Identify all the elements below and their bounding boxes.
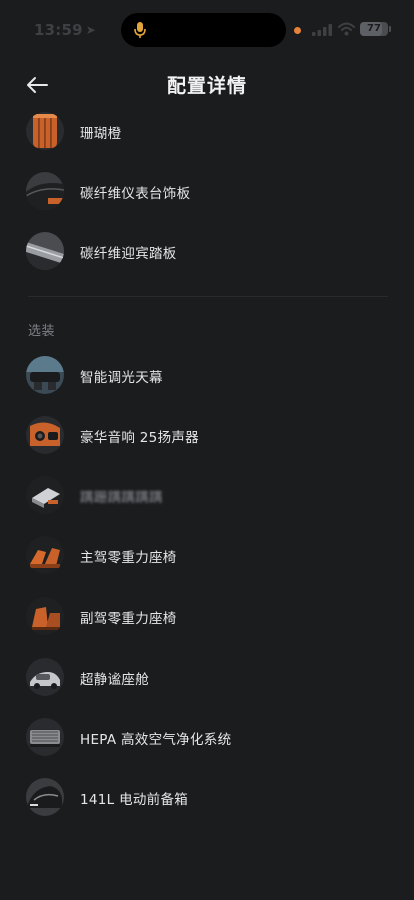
battery-percent: 77: [367, 23, 381, 34]
option-item-label: 豪华音响 25扬声器: [80, 430, 199, 446]
privacy-indicator-dot: [294, 27, 301, 34]
status-time: 13:59 ➤: [34, 21, 96, 39]
carbon-door-sill-thumbnail: [26, 232, 64, 270]
signal-icon: [312, 24, 332, 36]
page-title: 配置详情: [166, 75, 247, 97]
hepa-filter-thumbnail: [26, 718, 64, 756]
smart-sunroof-thumbnail: [26, 356, 64, 394]
wifi-icon: [338, 22, 355, 36]
dynamic-island: [121, 13, 286, 47]
navigation-arrow-icon: ➤: [85, 23, 97, 37]
optional-section-heading: 选装: [28, 324, 56, 339]
config-item-coral-orange[interactable]: 珊瑚橙: [26, 112, 396, 152]
microphone-icon: [134, 22, 146, 38]
option-item-driver-zero-gravity-seat[interactable]: 主驾零重力座椅: [26, 536, 396, 576]
option-item-label: HEPA 高效空气净化系统: [80, 732, 232, 748]
coral-orange-thumbnail: [26, 112, 64, 150]
option-item-passenger-zero-gravity-seat[interactable]: 副驾零重力座椅: [26, 597, 396, 637]
front-trunk-thumbnail: [26, 778, 64, 816]
premium-audio-thumbnail: [26, 416, 64, 454]
option-item-label: 主驾零重力座椅: [80, 550, 177, 566]
status-time-text: 13:59: [34, 21, 83, 39]
option-item-ultra-quiet-cabin[interactable]: 超静谧座舱: [26, 658, 396, 698]
passenger-seat-thumbnail: [26, 597, 64, 635]
config-item-carbon-door-sill[interactable]: 碳纤维迎宾踏板: [26, 232, 396, 272]
option-item-label: 副驾零重力座椅: [80, 611, 177, 627]
config-item-label: 碳纤维迎宾踏板: [80, 246, 177, 262]
driver-seat-thumbnail: [26, 536, 64, 574]
quiet-cabin-thumbnail: [26, 658, 64, 696]
blurred-option-thumbnail: [26, 476, 64, 514]
option-item-label: 141L 电动前备箱: [80, 792, 189, 808]
status-bar: 13:59 ➤ 77: [0, 0, 414, 60]
carbon-dashboard-thumbnail: [26, 172, 64, 210]
option-item-label: 蹒跚蹒蹒蹒蹒: [80, 490, 163, 506]
option-item-label: 智能调光天幕: [80, 370, 163, 386]
option-item-smart-dimming-sunroof[interactable]: 智能调光天幕: [26, 356, 396, 396]
option-item-premium-audio[interactable]: 豪华音响 25扬声器: [26, 416, 396, 456]
battery-icon: 77: [360, 22, 388, 36]
battery-cap: [389, 26, 391, 32]
config-item-label: 碳纤维仪表台饰板: [80, 186, 191, 202]
config-item-label: 珊瑚橙: [80, 126, 122, 142]
config-item-carbon-dashboard-trim[interactable]: 碳纤维仪表台饰板: [26, 172, 396, 212]
option-item-electric-front-trunk[interactable]: 141L 电动前备箱: [26, 778, 396, 818]
option-item-blurred[interactable]: 蹒跚蹒蹒蹒蹒: [26, 476, 396, 516]
option-item-hepa-air-purification[interactable]: HEPA 高效空气净化系统: [26, 718, 396, 758]
section-divider: [28, 296, 388, 297]
option-item-label: 超静谧座舱: [80, 672, 149, 688]
page-header: 配置详情: [0, 62, 414, 108]
